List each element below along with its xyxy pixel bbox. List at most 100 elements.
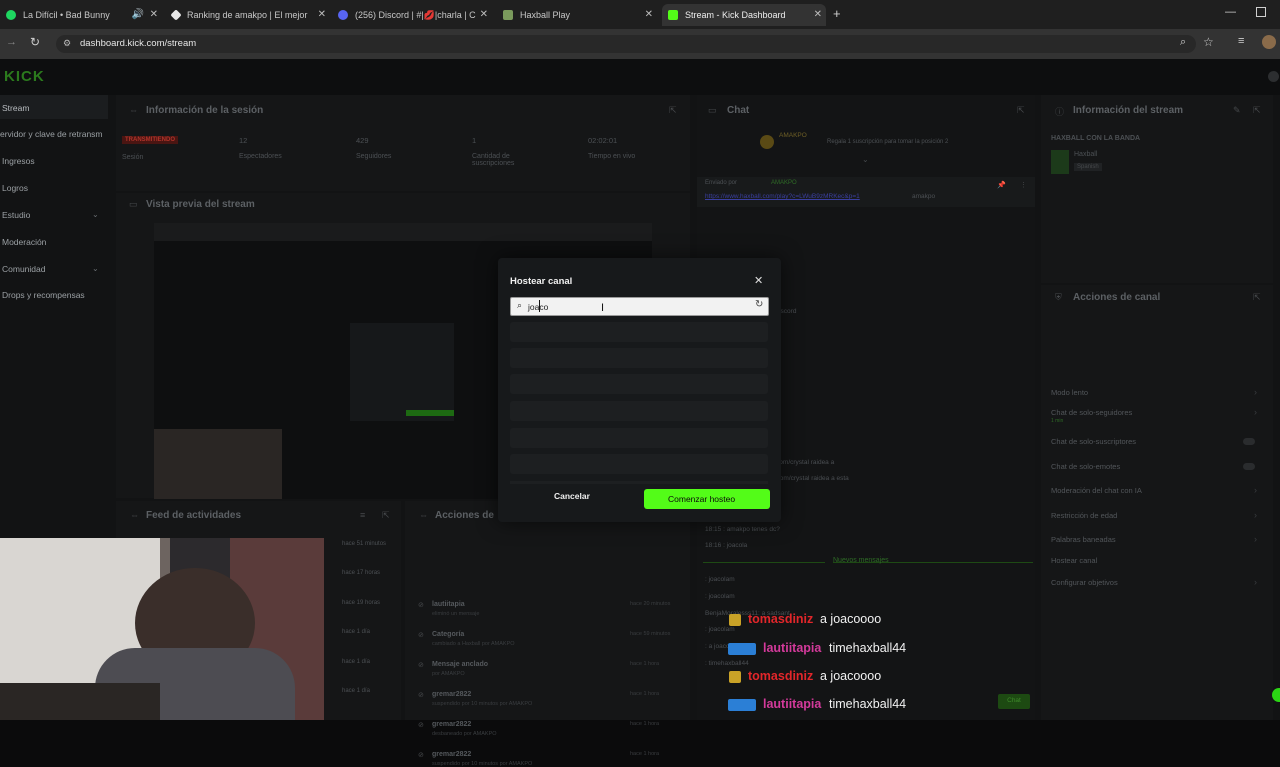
action-icon: ⊘ — [418, 692, 424, 699]
channel-action-item[interactable]: Chat de solo-emotes — [1051, 462, 1120, 471]
filter-icon[interactable]: ≡ — [360, 510, 365, 520]
activity-time: hace 17 horas — [342, 570, 381, 576]
action-title: gremar2822 — [432, 751, 472, 758]
channel-action-item[interactable]: Modo lento — [1051, 388, 1088, 397]
stream-info-title: Información del stream — [1073, 105, 1184, 116]
category-thumbnail — [1051, 150, 1069, 174]
close-tab-icon[interactable]: ✕ — [814, 9, 822, 20]
language-tag: Spanish — [1074, 163, 1102, 171]
text-cursor — [539, 300, 540, 312]
browser-tab-bar: La Difícil • Bad Bunny 🔊 ✕ Ranking de am… — [0, 0, 1280, 29]
overlay-chat-user: lautiitapia — [763, 641, 822, 655]
extensions-icon[interactable]: ≡ — [1238, 35, 1244, 47]
ranking-favicon-icon — [170, 9, 182, 21]
popout-icon[interactable]: ⇱ — [1253, 292, 1261, 303]
popout-icon[interactable]: ⇱ — [1017, 105, 1025, 116]
sidebar-item-ingresos[interactable]: Ingresos — [2, 156, 35, 166]
collapse-icon[interactable]: ⇔ — [130, 510, 139, 520]
minimize-icon[interactable]: — — [1225, 6, 1236, 18]
bookmark-star-icon[interactable]: ☆ — [1203, 35, 1214, 49]
popout-icon[interactable]: ⇱ — [669, 105, 677, 116]
kick-logo[interactable]: KICK — [4, 68, 45, 85]
crown-badge-icon — [729, 671, 741, 683]
edit-icon[interactable]: ✎ — [1233, 105, 1241, 116]
browser-tab[interactable]: La Difícil • Bad Bunny 🔊 ✕ — [0, 4, 162, 26]
chevron-right-icon: › — [1254, 510, 1257, 520]
close-tab-icon[interactable]: ✕ — [150, 9, 158, 20]
overlay-chat-user: tomasdiniz — [748, 612, 814, 626]
url-field[interactable]: ⚙ dashboard.kick.com/stream — [56, 35, 1196, 53]
action-time: hace 20 minutos — [630, 601, 671, 607]
browser-tab[interactable]: Ranking de amakpo | El mejor ✕ — [166, 4, 330, 26]
pinned-user: AMAKPO — [771, 180, 797, 186]
sidebar-item-logros[interactable]: Logros — [2, 183, 28, 193]
channel-action-item[interactable]: Configurar objetivos — [1051, 578, 1118, 587]
chat-text: : amakpo tenes dc? — [723, 525, 780, 533]
reload-icon[interactable]: ↻ — [30, 35, 40, 49]
new-tab-button[interactable]: + — [833, 6, 841, 21]
session-label: Sesión — [122, 154, 144, 161]
pinned-link[interactable]: https://www.haxball.com/play?c=LWuB9zMRK… — [705, 193, 860, 200]
activity-time: hace 19 horas — [342, 600, 381, 606]
user-avatar[interactable] — [1268, 71, 1279, 82]
pin-icon[interactable]: 📌 — [997, 181, 1006, 189]
channel-action-sub: 1 min — [1051, 418, 1064, 424]
browser-tab[interactable]: (256) Discord | #|💋|charla | C ✕ — [332, 4, 492, 26]
pinned-label: Enviado por — [705, 180, 738, 186]
profile-avatar[interactable] — [1262, 35, 1276, 49]
collapse-icon[interactable]: ⇔ — [419, 510, 428, 520]
close-icon[interactable]: ✕ — [754, 274, 763, 287]
popout-icon[interactable]: ⇱ — [382, 510, 390, 521]
more-options-icon[interactable]: ⋮ — [1020, 181, 1027, 189]
maximize-icon[interactable] — [1256, 7, 1266, 17]
close-tab-icon[interactable]: ✕ — [480, 9, 488, 20]
action-time: hace 1 hora — [630, 751, 660, 757]
cancel-button[interactable]: Cancelar — [510, 484, 638, 510]
chat-text: : joacolam — [705, 576, 735, 583]
action-time: hace 59 minutos — [630, 631, 671, 637]
toggle-switch[interactable] — [1243, 438, 1255, 445]
popout-icon[interactable]: ⇱ — [1253, 105, 1261, 116]
activity-time: hace 1 día — [342, 659, 371, 665]
stream-preview-title: Vista previa del stream — [146, 199, 255, 210]
sidebar-item-comunidad[interactable]: Comunidad — [2, 264, 45, 274]
pinned-message: Enviado por AMAKPO https://www.haxball.c… — [697, 177, 1035, 207]
channel-action-item[interactable]: Restricción de edad — [1051, 511, 1117, 520]
sidebar-item-moderacion[interactable]: Moderación — [2, 237, 46, 247]
search-result-placeholder — [510, 428, 768, 448]
sidebar-item-estudio[interactable]: Estudio — [2, 210, 30, 220]
zoom-icon[interactable]: ⌕ — [1180, 36, 1186, 49]
speaker-icon[interactable]: 🔊 — [132, 9, 144, 20]
discord-icon — [338, 10, 348, 20]
overlay-chat-text: timehaxball44 — [829, 697, 907, 711]
search-input[interactable]: ⌕ joaco ↻ — [510, 297, 769, 316]
channel-action-item[interactable]: Chat de solo-suscriptores — [1051, 437, 1136, 446]
sidebar-item-server-key[interactable]: ervidor y clave de retransm — [0, 129, 103, 139]
close-tab-icon[interactable]: ✕ — [318, 9, 326, 20]
start-hosting-button[interactable]: Comenzar hosteo — [644, 489, 770, 509]
close-tab-icon[interactable]: ✕ — [645, 9, 653, 20]
browser-tab-active[interactable]: Stream - Kick Dashboard ✕ — [662, 4, 826, 26]
search-result-placeholder — [510, 481, 768, 484]
channel-action-item[interactable]: Moderación del chat con IA — [1051, 486, 1142, 495]
chat-text: : joacola — [723, 542, 748, 550]
toggle-switch[interactable] — [1243, 463, 1255, 470]
overlay-chat-text: a joacoooo — [820, 612, 882, 626]
collapse-icon[interactable]: ⇔ — [129, 105, 138, 115]
channel-action-item[interactable]: Chat de solo-seguidores — [1051, 408, 1132, 417]
new-messages-label: Nuevos mensajes — [833, 557, 889, 564]
tab-label: Haxball Play — [520, 10, 571, 20]
help-bubble-icon[interactable] — [1272, 688, 1280, 702]
channel-action-item[interactable]: Palabras baneadas — [1051, 535, 1116, 544]
chevron-down-icon[interactable]: ⌄ — [862, 155, 869, 164]
back-icon[interactable]: → — [6, 36, 17, 48]
browser-tab[interactable]: Haxball Play ✕ — [497, 4, 657, 26]
channel-action-item[interactable]: Hostear canal — [1051, 556, 1097, 565]
chat-send-button[interactable]: Chat — [998, 694, 1030, 709]
chat-timestamp: 18:15 — [705, 525, 724, 533]
action-time: hace 1 hora — [630, 721, 660, 727]
sidebar-item-stream[interactable]: Stream — [2, 103, 29, 113]
site-settings-icon[interactable]: ⚙ — [63, 38, 71, 49]
chat-text: : timehaxball44 — [705, 660, 749, 667]
sidebar-item-drops[interactable]: Drops y recompensas — [2, 290, 85, 300]
